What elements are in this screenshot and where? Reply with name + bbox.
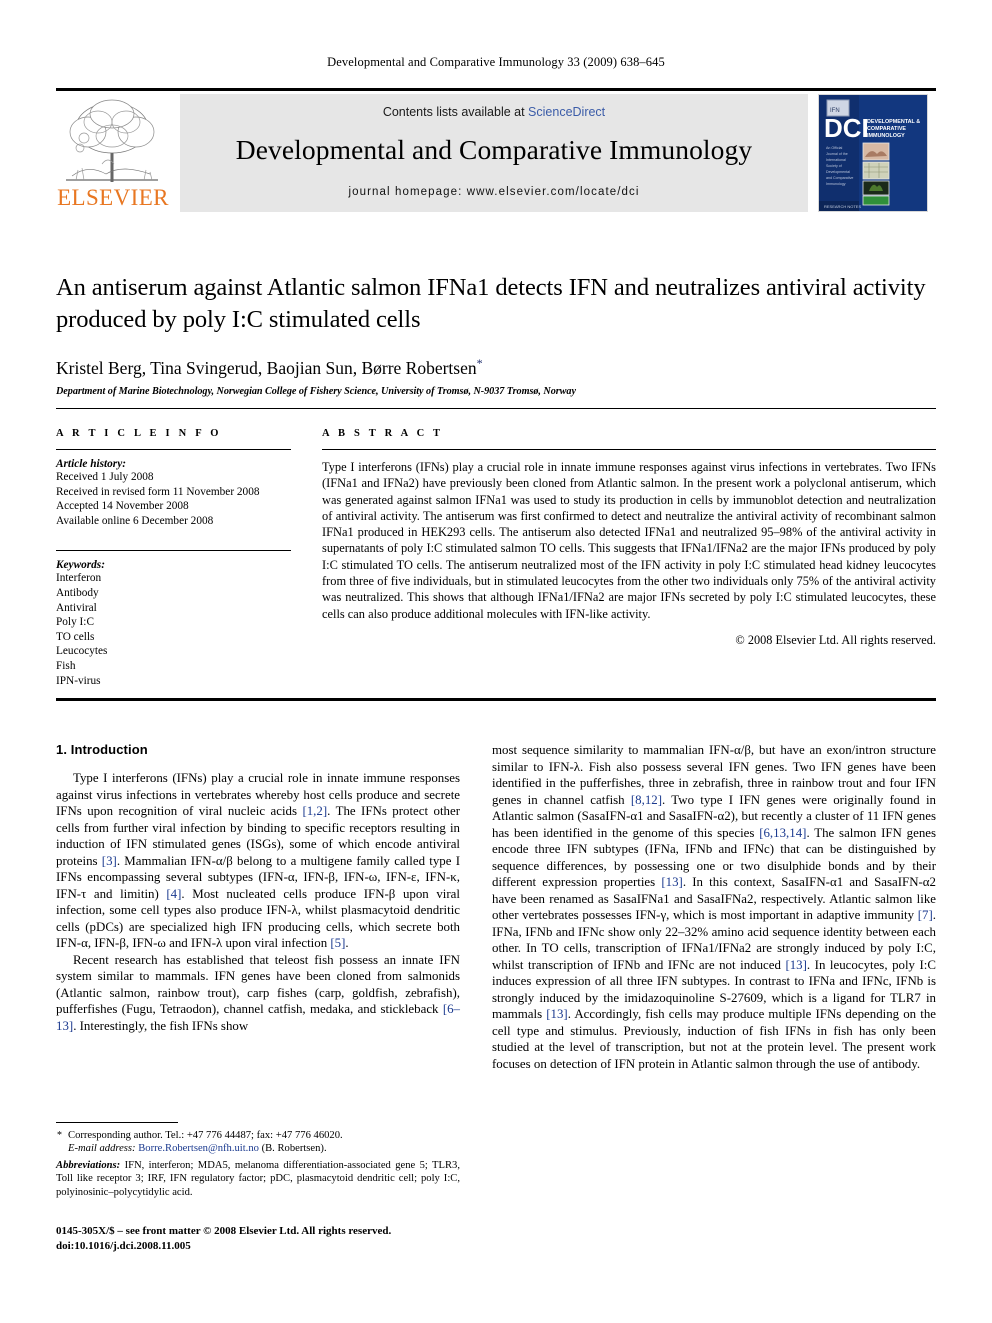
paragraph: most sequence similarity to mammalian IF… <box>492 743 936 1071</box>
citation-ref[interactable]: [13] <box>661 875 682 889</box>
authors: Kristel Berg, Tina Svingerud, Baojian Su… <box>56 357 477 378</box>
journal-cover-thumbnail: IFN DCI DEVELOPMENTAL & COMPARATIVE IMMU… <box>818 94 928 212</box>
history-item: Accepted 14 November 2008 <box>56 500 189 513</box>
footnote-rule <box>56 1122 178 1123</box>
contents-prefix: Contents lists available at <box>382 105 529 119</box>
svg-text:Journal of the: Journal of the <box>826 152 848 156</box>
corresponding-author-marker: * <box>476 356 483 370</box>
svg-text:Immunology: Immunology <box>826 182 846 186</box>
journal-name: Developmental and Comparative Immunology <box>235 134 753 165</box>
issn-front-matter: 0145-305X/$ – see front matter © 2008 El… <box>56 1225 392 1237</box>
svg-text:and Comparative: and Comparative <box>826 176 853 180</box>
email-owner: (B. Robertsen). <box>261 1143 327 1155</box>
abbreviations-label: Abbreviations: <box>56 1159 121 1171</box>
keyword-item: Fish <box>56 659 76 672</box>
masthead-top-rule <box>56 88 936 91</box>
running-head: Developmental and Comparative Immunology… <box>327 55 665 69</box>
abbreviations-note: Abbreviations: IFN, interferon; MDA5, me… <box>56 1159 460 1199</box>
abstract-text: Type I interferons (IFNs) play a crucial… <box>322 460 936 621</box>
doi-line: doi:10.1016/j.dci.2008.11.005 <box>56 1239 191 1252</box>
section-heading-introduction: 1. Introduction <box>56 742 148 757</box>
info-bottom-rule <box>56 698 936 701</box>
corresponding-author-note: * Corresponding author. Tel.: +47 776 44… <box>56 1129 460 1156</box>
svg-text:Developmental: Developmental <box>826 170 850 174</box>
journal-band: Contents lists available at ScienceDirec… <box>180 94 808 212</box>
elsevier-logo: ELSEVIER <box>56 94 170 212</box>
article-history-label: Article history: <box>56 458 126 470</box>
svg-text:IMMUNOLOGY: IMMUNOLOGY <box>867 133 905 139</box>
keyword-item: Antibody <box>56 586 99 599</box>
paragraph: Type I interferons (IFNs) play a crucial… <box>56 771 460 950</box>
citation-ref[interactable]: [13] <box>546 1007 567 1021</box>
elsevier-wordmark: ELSEVIER <box>57 185 169 210</box>
corresponding-author-text: Corresponding author. Tel.: +47 776 4448… <box>68 1130 343 1141</box>
citation-ref[interactable]: [7] <box>918 908 933 922</box>
article-info-rule <box>56 449 291 450</box>
abstract-copyright: © 2008 Elsevier Ltd. All rights reserved… <box>735 632 936 647</box>
keyword-item: Antiviral <box>56 601 97 614</box>
page-title: An antiserum against Atlantic salmon IFN… <box>56 274 926 333</box>
article-info-heading: A R T I C L E I N F O <box>56 428 222 439</box>
citation-ref[interactable]: [4] <box>166 887 181 901</box>
paper-page: Developmental and Comparative Immunology… <box>0 0 992 1323</box>
history-item: Received 1 July 2008 <box>56 471 154 483</box>
info-top-rule <box>56 408 936 409</box>
svg-text:An Official: An Official <box>826 146 843 150</box>
abstract-heading: A B S T R A C T <box>322 428 444 439</box>
author-list: Kristel Berg, Tina Svingerud, Baojian Su… <box>56 352 936 379</box>
email-label: E-mail address: <box>68 1143 136 1155</box>
keyword-item: Interferon <box>56 572 102 585</box>
body-column-right: most sequence similarity to mammalian IF… <box>492 742 936 1072</box>
keywords-rule <box>56 550 291 552</box>
svg-text:COMPARATIVE: COMPARATIVE <box>867 126 906 132</box>
citation-ref[interactable]: [1,2] <box>302 804 327 818</box>
journal-masthead: ELSEVIER Contents lists available at Sci… <box>56 88 936 212</box>
keyword-item: Poly I:C <box>56 616 94 629</box>
title-block: An antiserum against Atlantic salmon IFN… <box>56 272 936 397</box>
citation-ref[interactable]: [8,12] <box>631 793 662 807</box>
citation-ref[interactable]: [6,13,14] <box>759 826 806 840</box>
keyword-item: IPN-virus <box>56 674 101 687</box>
keyword-item: Leucocytes <box>56 645 108 658</box>
svg-text:DCI: DCI <box>824 113 869 143</box>
email-link[interactable]: Borre.Robertsen@nfh.uit.no <box>138 1143 259 1154</box>
footnote-block: * Corresponding author. Tel.: +47 776 44… <box>56 1122 460 1199</box>
affiliation: Department of Marine Biotechnology, Norw… <box>56 385 576 397</box>
svg-text:International: International <box>826 158 846 162</box>
citation-ref[interactable]: [13] <box>785 958 806 972</box>
contents-available-line: Contents lists available at ScienceDirec… <box>180 105 808 119</box>
front-matter-block: 0145-305X/$ – see front matter © 2008 El… <box>56 1224 460 1253</box>
svg-text:RESEARCH NOTES: RESEARCH NOTES <box>824 204 861 209</box>
paragraph: Recent research has established that tel… <box>56 952 460 1033</box>
citation-ref[interactable]: [3] <box>102 854 117 868</box>
svg-text:Society of: Society of <box>826 164 842 168</box>
keyword-item: TO cells <box>56 630 95 643</box>
elsevier-tree-icon <box>58 94 166 186</box>
citation-ref[interactable]: [6–13] <box>56 1002 460 1033</box>
citation-ref[interactable]: [5] <box>330 936 345 950</box>
journal-homepage-link[interactable]: journal homepage: www.elsevier.com/locat… <box>180 186 808 198</box>
history-item: Available online 6 December 2008 <box>56 514 214 527</box>
abstract-block: A B S T R A C T Type I interferons (IFNs… <box>322 428 936 648</box>
sciencedirect-link[interactable]: ScienceDirect <box>528 105 605 119</box>
svg-text:DEVELOPMENTAL &: DEVELOPMENTAL & <box>867 119 920 125</box>
article-info-block: A R T I C L E I N F O Article history: R… <box>56 428 291 688</box>
abstract-rule <box>322 449 936 450</box>
keywords-label: Keywords: <box>56 559 105 572</box>
body-column-left: 1. Introduction Type I interferons (IFNs… <box>56 742 460 1034</box>
history-item: Received in revised form 11 November 200… <box>56 485 260 498</box>
asterisk-icon: * <box>57 1130 62 1141</box>
